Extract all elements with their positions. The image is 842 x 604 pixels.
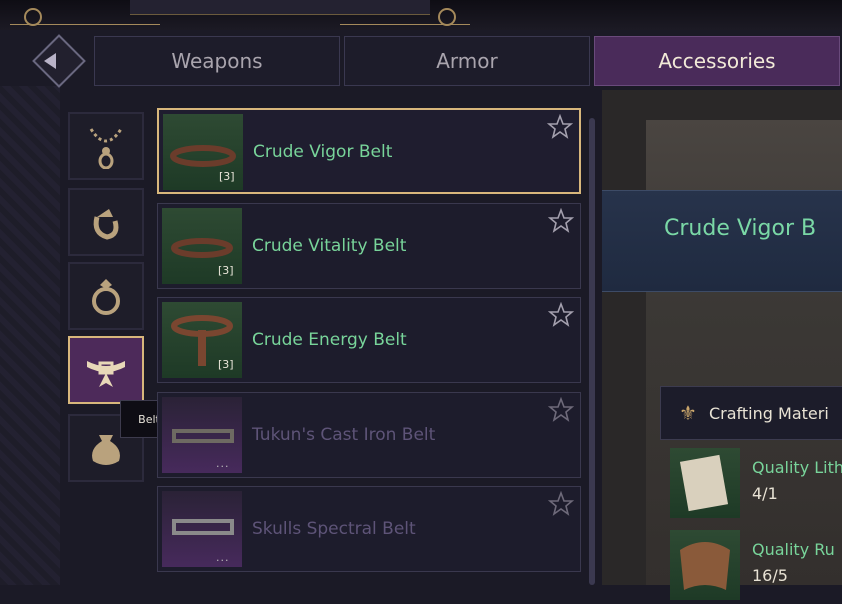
item-name: Crude Vitality Belt — [252, 236, 407, 256]
material-thumbnail — [670, 530, 740, 600]
tab-armor[interactable]: Armor — [344, 36, 590, 86]
item-tier: ... — [216, 551, 230, 564]
back-button[interactable] — [28, 34, 90, 88]
material-row[interactable]: Quality Ru 16/5 — [670, 530, 842, 602]
earring-icon — [93, 209, 119, 240]
favorite-star-icon[interactable] — [548, 491, 574, 517]
material-quantity: 16/5 — [752, 566, 788, 585]
ring-icon — [92, 279, 120, 315]
list-item[interactable]: [3] Crude Energy Belt — [157, 297, 581, 383]
list-item[interactable]: ... Tukun's Cast Iron Belt — [157, 392, 581, 478]
crafting-materials-header: ⚜ Crafting Materi — [660, 386, 842, 440]
belt-item-icon — [172, 519, 234, 535]
left-rail — [0, 86, 60, 585]
category-earring[interactable] — [68, 188, 144, 256]
favorite-star-icon[interactable] — [548, 302, 574, 328]
material-thumbnail — [670, 448, 740, 518]
category-ring[interactable] — [68, 262, 144, 330]
ornament-right — [340, 6, 470, 26]
top-frame — [0, 0, 842, 30]
tab-accessories[interactable]: Accessories — [594, 36, 840, 86]
fleur-de-lis-icon: ⚜ — [679, 401, 697, 425]
item-tier: [3] — [218, 264, 234, 277]
material-row[interactable]: Quality Lith 4/1 — [670, 448, 842, 520]
scroll-icon — [679, 454, 729, 512]
detail-banner — [602, 190, 842, 292]
leather-icon — [680, 542, 730, 590]
item-name: Tukun's Cast Iron Belt — [252, 425, 436, 445]
item-name: Crude Vigor Belt — [253, 142, 393, 162]
necklace-icon — [89, 128, 123, 169]
favorite-star-icon[interactable] — [548, 397, 574, 423]
material-quantity: 4/1 — [752, 484, 778, 503]
item-thumbnail — [162, 491, 242, 567]
material-name: Quality Ru — [752, 540, 835, 559]
category-necklace[interactable] — [68, 112, 144, 180]
item-name: Skulls Spectral Belt — [252, 519, 416, 539]
item-list-scrollbar[interactable] — [589, 118, 595, 585]
favorite-star-icon[interactable] — [548, 208, 574, 234]
ornament-left — [10, 6, 160, 26]
list-item[interactable]: ... Skulls Spectral Belt — [157, 486, 581, 572]
material-name: Quality Lith — [752, 458, 842, 477]
item-name: Crude Energy Belt — [252, 330, 407, 350]
item-tier: [3] — [218, 358, 234, 371]
belt-icon — [87, 361, 125, 387]
favorite-star-icon[interactable] — [547, 114, 573, 140]
tab-weapons[interactable]: Weapons — [94, 36, 340, 86]
list-item[interactable]: [3] Crude Vigor Belt — [157, 108, 581, 194]
item-thumbnail — [162, 397, 242, 473]
category-belt[interactable] — [68, 336, 144, 404]
back-button-frame — [32, 34, 86, 88]
belt-item-icon — [172, 429, 234, 443]
back-arrow-icon — [44, 53, 56, 69]
list-item[interactable]: [3] Crude Vitality Belt — [157, 203, 581, 289]
detail-title: Crude Vigor B — [664, 216, 817, 241]
item-tier: [3] — [219, 170, 235, 183]
crafting-materials-label: Crafting Materi — [709, 404, 829, 423]
item-tier: ... — [216, 457, 230, 470]
